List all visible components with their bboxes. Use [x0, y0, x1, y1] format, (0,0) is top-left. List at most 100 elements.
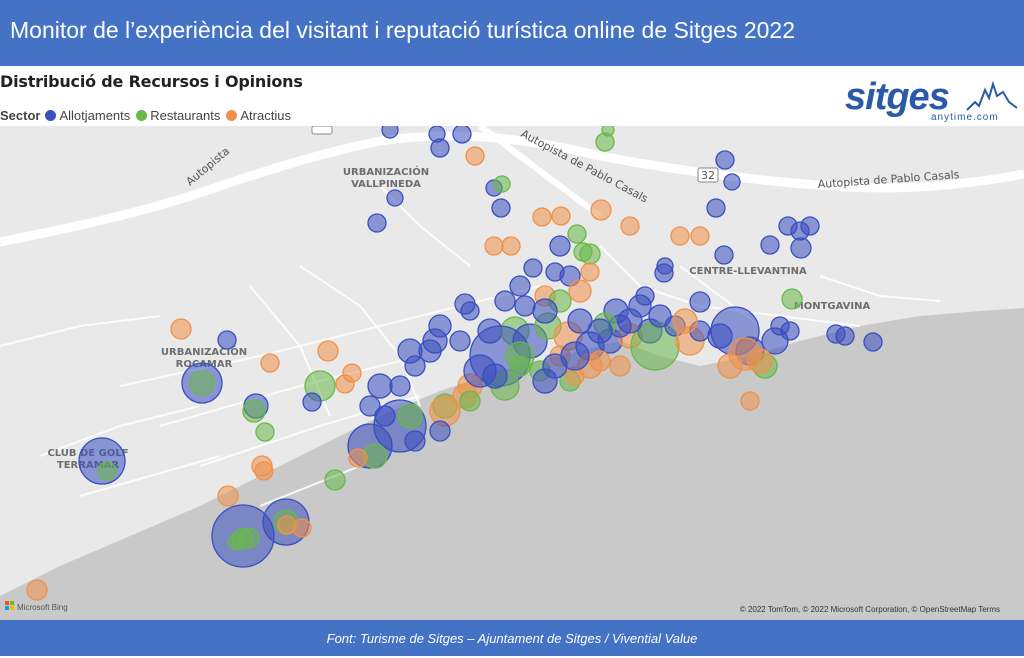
map-bubble[interactable] [509, 275, 531, 297]
road-shield-32: 32 [697, 167, 719, 183]
map-bubble[interactable] [404, 430, 426, 452]
bubble-map[interactable]: 32 Autopista de Pablo Casals Autopista d… [0, 121, 1024, 620]
map-bubble[interactable] [648, 304, 672, 328]
map-bubble[interactable] [560, 341, 590, 371]
dashboard-title: Monitor de l’experiència del visitant i … [10, 17, 795, 43]
map-bubble[interactable] [760, 235, 780, 255]
map-bubble[interactable] [217, 330, 237, 350]
dashboard-header: Monitor de l’experiència del visitant i … [0, 0, 1024, 66]
map-bubble[interactable] [514, 295, 536, 317]
legend-dot-icon [45, 109, 57, 121]
map-bubble[interactable] [579, 243, 601, 265]
map-bubble[interactable] [494, 290, 516, 312]
map-bubble[interactable] [389, 375, 411, 397]
map-bubble[interactable] [324, 469, 346, 491]
legend-item-restaurants[interactable]: Restaurants [136, 108, 220, 123]
map-bubble[interactable] [260, 353, 280, 373]
map-bubble[interactable] [381, 121, 399, 139]
map-bubble[interactable] [790, 237, 812, 259]
map-bubble[interactable] [505, 341, 535, 371]
map-bubble[interactable] [567, 224, 587, 244]
map-attribution[interactable]: © 2022 TomTom, © 2022 Microsoft Corporat… [740, 605, 1000, 614]
map-bubble[interactable] [532, 368, 558, 394]
legend-item-allotjaments[interactable]: Allotjaments [45, 108, 130, 123]
map-bubble[interactable] [689, 291, 711, 313]
map-bubble[interactable] [620, 216, 640, 236]
map-bubble[interactable] [367, 213, 387, 233]
map-bubble[interactable] [170, 318, 192, 340]
map-bubble[interactable] [715, 150, 735, 170]
map-bubble[interactable] [452, 124, 472, 144]
map-bubble[interactable] [459, 390, 481, 412]
map-bubble[interactable] [690, 226, 710, 246]
svg-text:32: 32 [701, 169, 715, 182]
map-bubble[interactable] [348, 448, 368, 468]
map-bubble[interactable] [342, 363, 362, 383]
map-bubble[interactable] [587, 318, 613, 344]
map-bubble[interactable] [609, 355, 631, 377]
map-bubble[interactable] [706, 198, 726, 218]
map-bubble[interactable] [302, 392, 322, 412]
map-bubble[interactable] [617, 308, 643, 334]
map-bubble[interactable] [404, 355, 426, 377]
map-bubble[interactable] [549, 235, 571, 257]
map-bubble[interactable] [397, 403, 423, 429]
map-bubble[interactable] [532, 207, 552, 227]
map-bubble[interactable] [589, 350, 611, 372]
map-bubble[interactable] [747, 348, 773, 374]
map-bubble[interactable] [465, 146, 485, 166]
map-bubble[interactable] [217, 485, 239, 507]
legend-item-atractius[interactable]: Atractius [226, 108, 291, 123]
map-bubble[interactable] [740, 391, 760, 411]
map-bubble[interactable] [523, 258, 543, 278]
map-bubble[interactable] [484, 236, 504, 256]
map-bubble[interactable] [386, 189, 404, 207]
place-label: CENTRE-LLEVANTINA [689, 266, 807, 277]
map-bubble[interactable] [590, 199, 612, 221]
map-bubble[interactable] [532, 298, 558, 324]
footer-source: Font: Turisme de Sitges – Ajuntament de … [326, 631, 698, 646]
map-bubble[interactable] [97, 461, 117, 481]
map-bubble[interactable] [656, 257, 674, 275]
map-bubble[interactable] [189, 370, 215, 396]
place-label: VALLPINEDA [351, 179, 421, 190]
map-bubble[interactable] [863, 332, 883, 352]
map-bubble[interactable] [781, 288, 803, 310]
map-bubble[interactable] [672, 308, 698, 334]
map-bubble[interactable] [460, 301, 480, 321]
map-bubble[interactable] [430, 138, 450, 158]
map-bubble[interactable] [717, 353, 743, 379]
svg-text:Microsoft Bing: Microsoft Bing [17, 603, 68, 612]
map-bubble[interactable] [255, 422, 275, 442]
map-bubble[interactable] [317, 340, 339, 362]
map-bubble[interactable] [292, 518, 312, 538]
map-bubble[interactable] [580, 262, 600, 282]
map-bubble[interactable] [491, 198, 511, 218]
map-bubble[interactable] [800, 216, 820, 236]
legend-title: Sector [0, 107, 41, 123]
legend-label: Atractius [240, 107, 291, 123]
map-bubble[interactable] [714, 245, 734, 265]
map-bubble[interactable] [826, 324, 846, 344]
road-shield-32-top [311, 125, 333, 135]
footer: Font: Turisme de Sitges – Ajuntament de … [0, 620, 1024, 656]
sitges-skyline-icon [966, 80, 1018, 111]
map-bubble[interactable] [568, 279, 592, 303]
map-bubble[interactable] [449, 330, 471, 352]
place-label: URBANIZACIÓN [343, 165, 429, 178]
map-bubble[interactable] [501, 236, 521, 256]
map-bubble[interactable] [242, 399, 266, 423]
sitges-logo: sitges anytime.com [845, 76, 1020, 126]
map-bubble[interactable] [723, 173, 741, 191]
map-bubble[interactable] [670, 226, 690, 246]
map-bubble[interactable] [367, 373, 393, 399]
map-bubble[interactable] [463, 354, 497, 388]
map-bubble[interactable] [595, 132, 615, 152]
map-bubble[interactable] [227, 533, 245, 551]
map-bubble[interactable] [493, 175, 511, 193]
map-bubble[interactable] [429, 420, 451, 442]
map-bubble[interactable] [770, 316, 790, 336]
map-bubble[interactable] [26, 579, 48, 601]
map-bubble[interactable] [551, 206, 571, 226]
map-bubble[interactable] [254, 461, 274, 481]
